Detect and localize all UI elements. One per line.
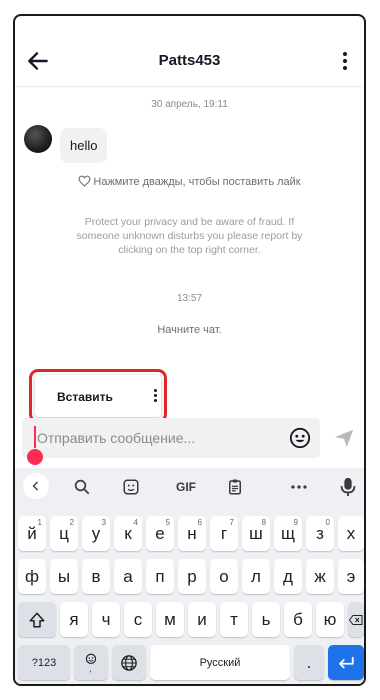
keyboard: GIF й1 ц2 у3 к4 е5 н6 г7 ш8 щ9 з0 х ф ы …: [15, 468, 364, 684]
key[interactable]: ю: [316, 602, 344, 637]
key[interactable]: ш8: [242, 516, 270, 551]
key[interactable]: н6: [178, 516, 206, 551]
key[interactable]: ь: [252, 602, 280, 637]
key[interactable]: е5: [146, 516, 174, 551]
key[interactable]: л: [242, 559, 270, 594]
key[interactable]: б: [284, 602, 312, 637]
cursor-handle[interactable]: [27, 449, 43, 465]
microphone-icon[interactable]: [337, 476, 359, 498]
key[interactable]: ч: [92, 602, 120, 637]
paste-context-menu: Вставить: [29, 369, 167, 423]
heart-icon: [78, 175, 91, 187]
key[interactable]: з0: [306, 516, 334, 551]
more-tools-icon[interactable]: [288, 476, 310, 498]
language-key[interactable]: [112, 645, 146, 680]
phone-screen: Patts453 30 апрель, 19:11 hello Нажмите …: [13, 14, 366, 686]
symbols-key[interactable]: ?123: [18, 645, 70, 680]
space-key[interactable]: Русский: [150, 645, 290, 680]
avatar[interactable]: [24, 125, 52, 153]
paste-more-icon[interactable]: [153, 389, 157, 404]
key[interactable]: а: [114, 559, 142, 594]
key[interactable]: п: [146, 559, 174, 594]
like-hint: Нажмите дважды, чтобы поставить лайк: [15, 175, 364, 188]
emoji-comma-icon: ,: [85, 653, 97, 673]
header-divider: [15, 86, 364, 87]
enter-icon: [339, 656, 354, 668]
key[interactable]: ы: [50, 559, 78, 594]
paste-button[interactable]: Вставить: [57, 390, 113, 404]
enter-key[interactable]: [328, 645, 364, 680]
message-input-placeholder: Отправить сообщение...: [37, 430, 196, 446]
key[interactable]: ж: [306, 559, 334, 594]
key[interactable]: я: [60, 602, 88, 637]
key[interactable]: м: [156, 602, 184, 637]
svg-text:,: ,: [89, 664, 91, 673]
key[interactable]: т: [220, 602, 248, 637]
shift-icon: [29, 612, 45, 627]
search-icon[interactable]: [71, 476, 93, 498]
text-cursor: [34, 426, 36, 448]
key[interactable]: р: [178, 559, 206, 594]
key[interactable]: и: [188, 602, 216, 637]
message-timestamp: 30 апрель, 19:11: [151, 99, 228, 110]
key-row-3: я ч с м и т ь б ю: [15, 602, 364, 640]
key[interactable]: э: [338, 559, 364, 594]
emoji-key[interactable]: ,: [74, 645, 108, 680]
key-row-1: й1 ц2 у3 к4 е5 н6 г7 ш8 щ9 з0 х: [15, 516, 364, 554]
key[interactable]: к4: [114, 516, 142, 551]
key[interactable]: х: [338, 516, 364, 551]
key[interactable]: у3: [82, 516, 110, 551]
key[interactable]: с: [124, 602, 152, 637]
key-row-4: ?123 , Русский .: [15, 645, 364, 683]
key[interactable]: щ9: [274, 516, 302, 551]
globe-icon: [121, 654, 137, 671]
backspace-key[interactable]: [348, 602, 364, 637]
key[interactable]: в: [82, 559, 110, 594]
key[interactable]: ц2: [50, 516, 78, 551]
message-timestamp-2: 13:57: [176, 293, 203, 304]
emoji-icon[interactable]: [289, 427, 311, 449]
gif-button[interactable]: GIF: [171, 476, 201, 498]
chat-title: Patts453: [158, 52, 221, 69]
keyboard-toolbar: GIF: [15, 468, 364, 504]
collapse-toolbar-icon[interactable]: [23, 473, 49, 499]
clipboard-icon[interactable]: [224, 476, 246, 498]
sticker-icon[interactable]: [120, 476, 142, 498]
privacy-notice: Protect your privacy and be aware of fra…: [76, 216, 303, 256]
key[interactable]: г7: [210, 516, 238, 551]
paste-menu-panel: Вставить: [35, 375, 161, 417]
key[interactable]: ф: [18, 559, 46, 594]
like-hint-text: Нажмите дважды, чтобы поставить лайк: [93, 176, 301, 188]
chat-header: Patts453: [15, 16, 364, 72]
period-key[interactable]: .: [294, 645, 324, 680]
message-bubble[interactable]: hello: [60, 128, 108, 163]
backspace-icon: [349, 614, 363, 625]
start-chat-text: Начните чат.: [157, 324, 222, 336]
key[interactable]: й1: [18, 516, 46, 551]
key[interactable]: о: [210, 559, 238, 594]
send-icon[interactable]: [333, 427, 355, 449]
key[interactable]: д: [274, 559, 302, 594]
key-row-2: ф ы в а п р о л д ж э: [15, 559, 364, 597]
more-options-icon[interactable]: [340, 52, 350, 72]
shift-key[interactable]: [18, 602, 56, 637]
